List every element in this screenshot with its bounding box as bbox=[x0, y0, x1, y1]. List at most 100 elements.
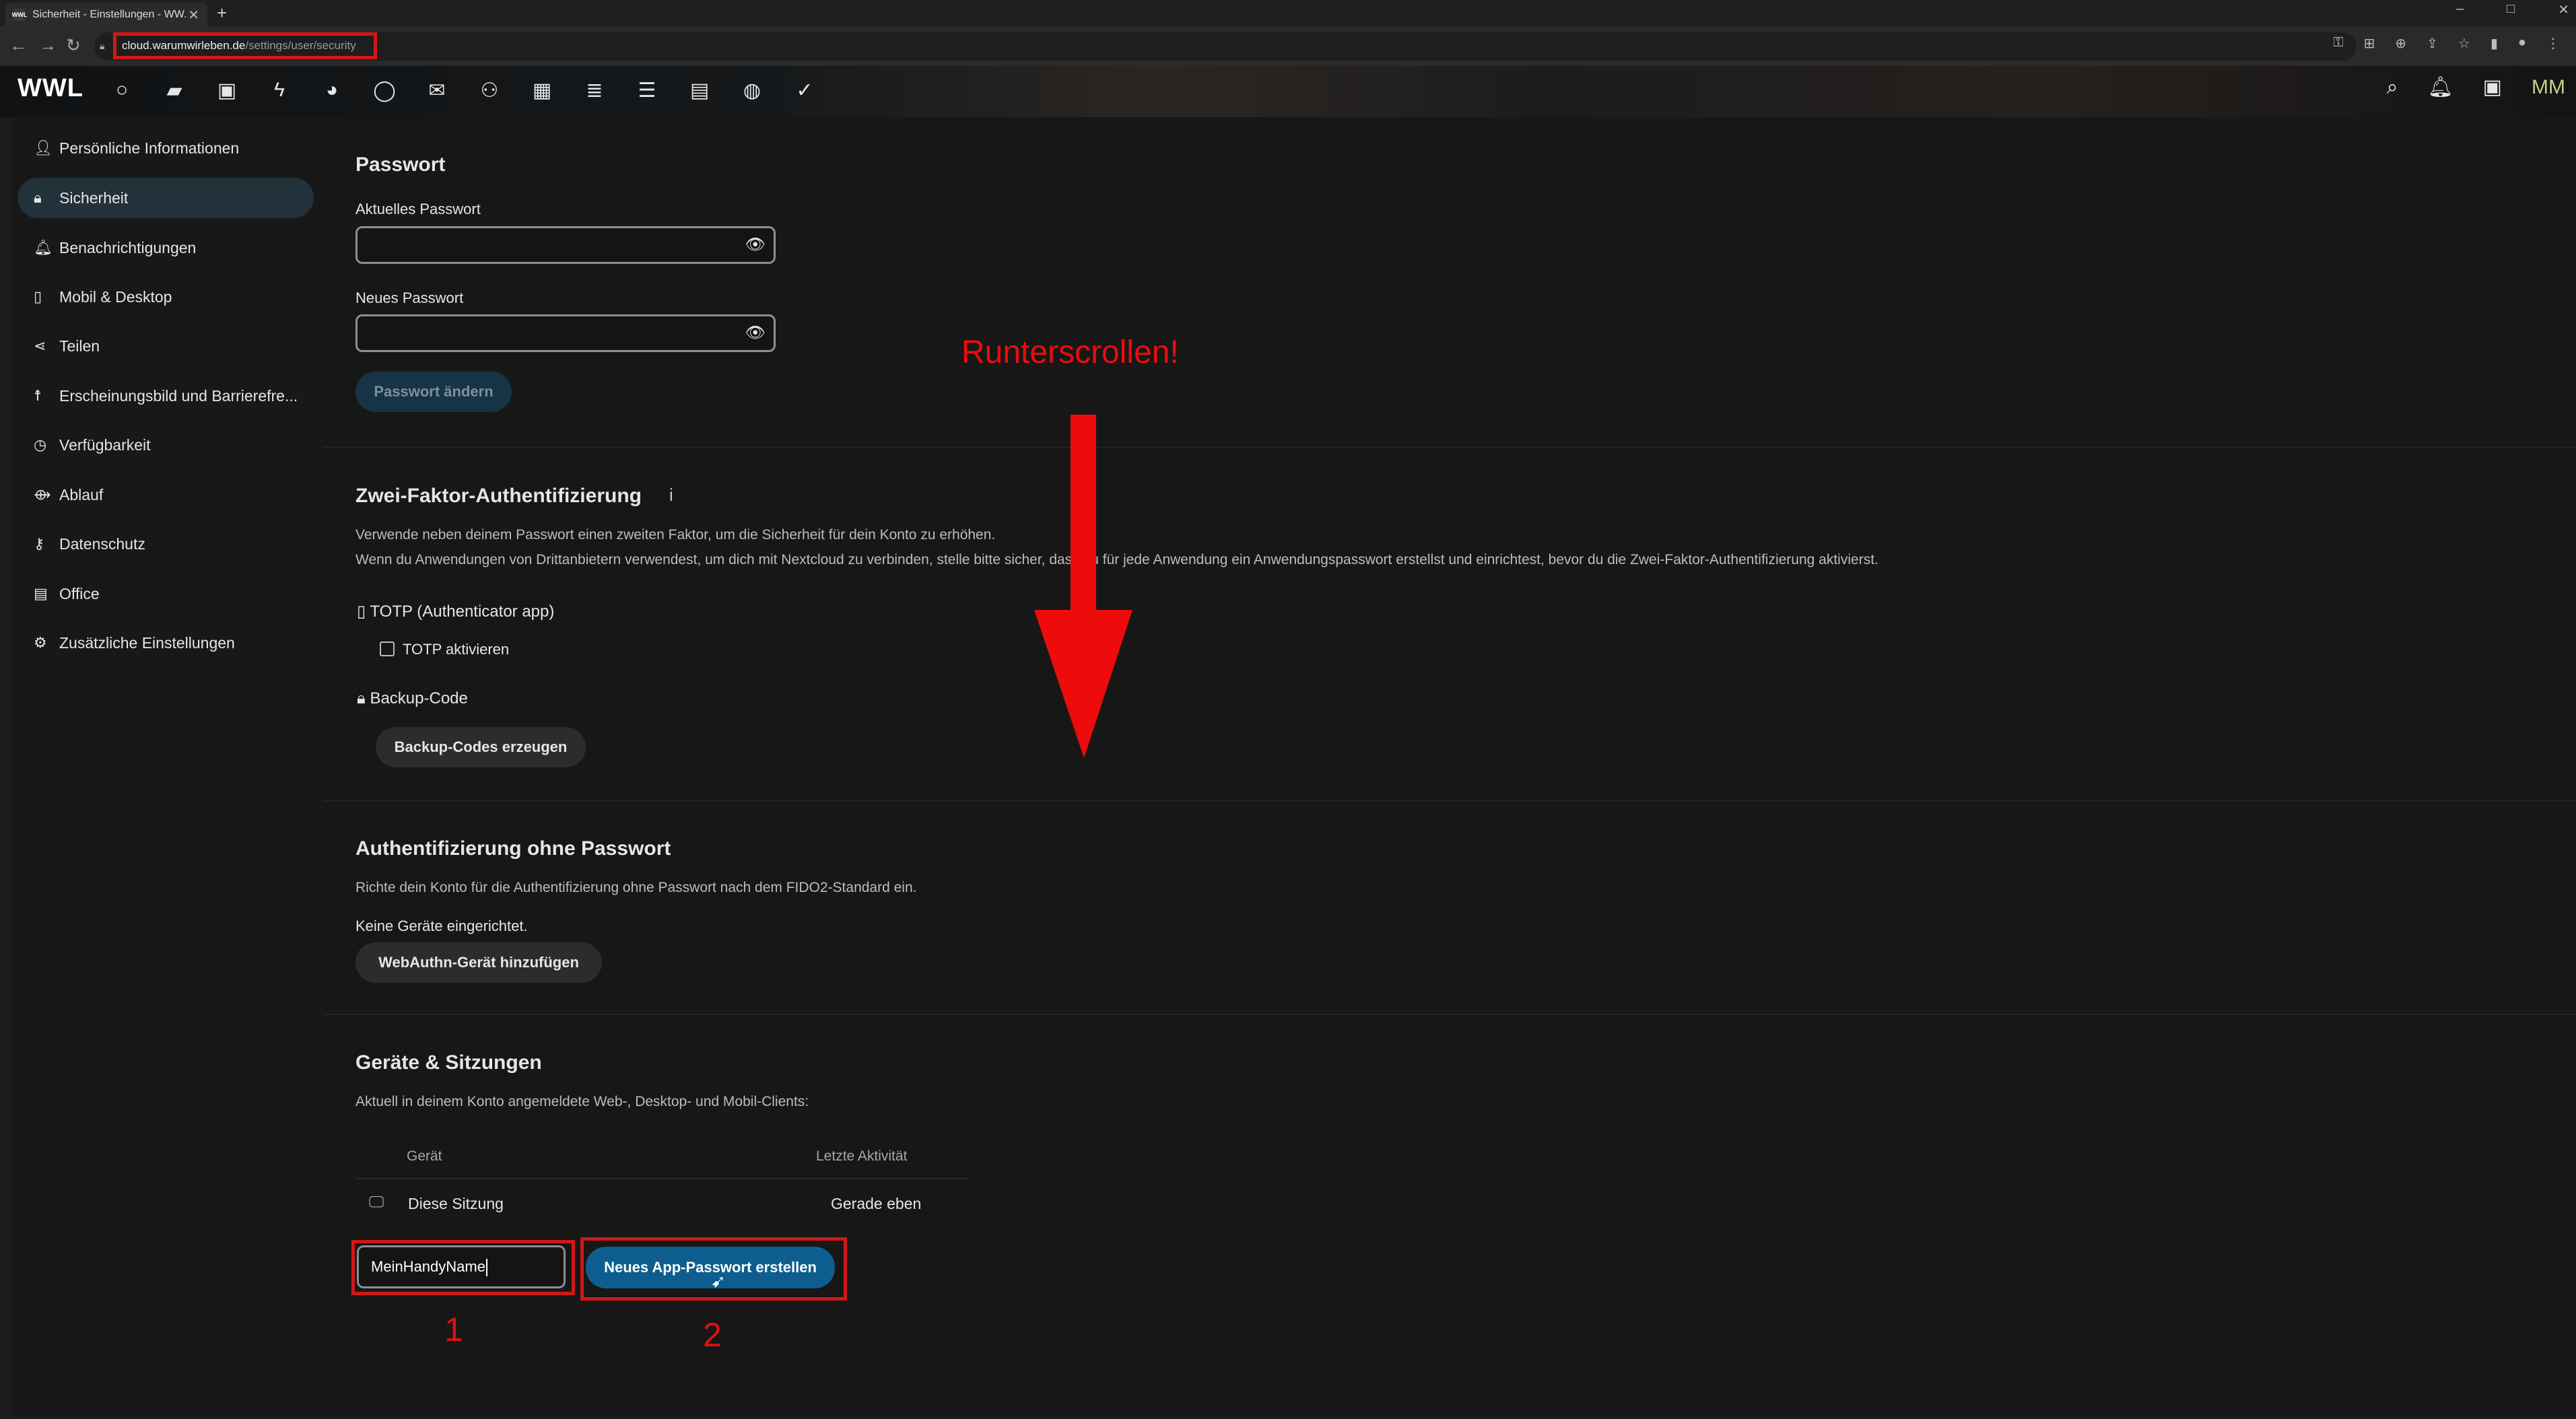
key-icon: ⚷ bbox=[34, 535, 45, 552]
maps-icon[interactable]: ◍ bbox=[738, 75, 766, 105]
sidebar-item-label: Zusätzliche Einstellungen bbox=[59, 633, 235, 652]
mail-icon[interactable]: ✉ bbox=[423, 75, 451, 105]
totp-checkbox[interactable] bbox=[380, 642, 395, 656]
sidebar-item-additional[interactable]: ⚙ Zusätzliche Einstellungen bbox=[18, 623, 314, 663]
workflow-icon: ⟴ bbox=[34, 486, 51, 503]
address-bar[interactable] bbox=[94, 32, 2357, 61]
annotation-box-button bbox=[580, 1237, 847, 1301]
calendar-icon[interactable]: ▦ bbox=[528, 75, 556, 105]
install-icon[interactable]: ⊞ bbox=[2364, 35, 2375, 52]
forward-icon[interactable]: → bbox=[39, 35, 57, 56]
minimize-icon[interactable]: – bbox=[2456, 1, 2464, 18]
tasks-icon[interactable]: ☰ bbox=[633, 75, 661, 105]
annotation-step-2: 2 bbox=[703, 1316, 722, 1354]
files-icon[interactable]: ▰ bbox=[160, 75, 189, 105]
sidebar-item-personal-info[interactable]: 👤︎ Persönliche Informationen bbox=[18, 128, 314, 168]
twofactor-heading: Zwei-Faktor-Authentifizierung bbox=[355, 485, 642, 507]
maximize-icon[interactable]: □ bbox=[2507, 1, 2515, 18]
annotation-callout: Runterscrollen! bbox=[961, 335, 1179, 370]
settings-sidebar: 👤︎ Persönliche Informationen 🔒︎ Sicherheit… bbox=[11, 117, 323, 1416]
twofactor-description: Verwende neben deinem Passwort einen zwe… bbox=[355, 527, 996, 543]
column-header-activity: Letzte Aktivität bbox=[816, 1148, 908, 1164]
share-page-icon[interactable]: ⇪ bbox=[2427, 35, 2438, 52]
sidebar-item-security[interactable]: 🔒︎ Sicherheit bbox=[18, 178, 314, 218]
search-icon[interactable]: ⌕ bbox=[2387, 76, 2398, 99]
phone-icon: ▯ bbox=[34, 288, 42, 305]
avatar[interactable]: MM bbox=[2532, 76, 2565, 99]
new-tab-icon[interactable]: + bbox=[217, 3, 227, 24]
desktop-icon: 🖵︎ bbox=[369, 1193, 384, 1210]
bell-icon: 🔔︎ bbox=[34, 239, 53, 256]
talk-icon[interactable]: ◯ bbox=[370, 75, 399, 105]
url-host: cloud.warumwirleben.de bbox=[122, 39, 246, 52]
current-password-label: Aktuelles Passwort bbox=[355, 201, 481, 217]
add-webauthn-device-button[interactable]: WebAuthn-Gerät hinzufügen bbox=[355, 942, 602, 983]
checkmark-icon[interactable]: ✓ bbox=[790, 75, 819, 105]
passwordless-description: Richte dein Konto für die Authentifizier… bbox=[355, 880, 917, 895]
sidepanel-icon[interactable]: ▮ bbox=[2490, 35, 2498, 52]
show-password-icon[interactable]: 👁︎ bbox=[745, 323, 766, 343]
change-password-button[interactable]: Passwort ändern bbox=[355, 372, 512, 412]
reload-icon[interactable]: ↻ bbox=[66, 35, 81, 56]
site-lock-icon[interactable]: 🔒︎ bbox=[100, 40, 104, 52]
totp-checkbox-label[interactable]: TOTP aktivieren bbox=[403, 641, 509, 658]
dashboard-icon[interactable]: ○ bbox=[108, 75, 136, 105]
url-text[interactable]: cloud.warumwirleben.de/settings/user/sec… bbox=[113, 32, 377, 59]
devices-heading: Geräte & Sitzungen bbox=[355, 1051, 542, 1074]
backup-title-text: Backup-Code bbox=[370, 689, 468, 707]
info-icon[interactable]: i bbox=[669, 485, 673, 506]
browser-tab[interactable]: WWL Sicherheit - Einstellungen - WW... ✕ bbox=[5, 3, 207, 27]
address-bar-row: ← → ↻ bbox=[0, 27, 2576, 66]
logo[interactable]: WWL bbox=[18, 74, 83, 103]
bookmark-star-icon[interactable]: ☆ bbox=[2458, 35, 2470, 52]
activity-icon[interactable]: ϟ bbox=[265, 75, 294, 105]
deck-icon[interactable]: ≣ bbox=[580, 75, 609, 105]
annotation-step-1: 1 bbox=[444, 1311, 463, 1348]
table-divider bbox=[355, 1178, 970, 1179]
app-menu: ○ ▰ ▣ ϟ ◕ ◯ ✉ ⚇ ▦ ≣ ☰ ▤ ◍ ✓ bbox=[108, 75, 819, 105]
zoom-icon[interactable]: ⊕ bbox=[2395, 35, 2406, 52]
lock-icon: 🔒︎ bbox=[34, 189, 42, 206]
window-close-icon[interactable]: ✕ bbox=[2558, 1, 2569, 18]
sidebar-item-privacy[interactable]: ⚷ Datenschutz bbox=[18, 524, 314, 564]
sidebar-item-notifications[interactable]: 🔔︎ Benachrichtigungen bbox=[18, 228, 314, 268]
window-controls: – □ ✕ bbox=[2456, 1, 2569, 18]
tools-icon[interactable]: ◕ bbox=[318, 75, 346, 105]
show-password-icon[interactable]: 👁︎ bbox=[745, 235, 766, 254]
backup-lock-icon: 🔒︎ bbox=[357, 689, 370, 707]
sidebar-item-label: Mobil & Desktop bbox=[59, 287, 172, 306]
password-heading: Passwort bbox=[355, 153, 446, 176]
sidebar-item-label: Erscheinungsbild und Barrierefre... bbox=[59, 386, 298, 405]
sidebar-item-label: Datenschutz bbox=[59, 534, 145, 553]
generate-backup-codes-button[interactable]: Backup-Codes erzeugen bbox=[376, 727, 586, 767]
sidebar-item-label: Benachrichtigungen bbox=[59, 238, 197, 256]
devices-description: Aktuell in deinem Konto angemeldete Web-… bbox=[355, 1094, 809, 1109]
browser-toolbar-icons: ⚿ ⊞ ⊕ ⇪ ☆ ▮ ● ⋮ bbox=[2333, 35, 2560, 52]
current-password-field[interactable]: 👁︎ bbox=[355, 226, 776, 264]
sidebar-item-workflow[interactable]: ⟴ Ablauf bbox=[18, 475, 314, 515]
tab-close-icon[interactable]: ✕ bbox=[188, 7, 199, 24]
sidebar-item-sharing[interactable]: ⋖ Teilen bbox=[18, 326, 314, 366]
key-icon[interactable]: ⚿ bbox=[2333, 35, 2343, 52]
sidebar-item-appearance[interactable]: ☨ Erscheinungsbild und Barrierefre... bbox=[18, 376, 314, 416]
new-password-label: Neues Passwort bbox=[355, 289, 464, 306]
passwordless-heading: Authentifizierung ohne Passwort bbox=[355, 837, 671, 860]
sidebar-item-label: Ablauf bbox=[59, 485, 104, 504]
contacts-icon[interactable]: ⚇ bbox=[475, 75, 504, 105]
sidebar-item-label: Teilen bbox=[59, 337, 100, 355]
sidebar-item-label: Sicherheit bbox=[59, 188, 129, 207]
sidebar-item-office[interactable]: ▤ Office bbox=[18, 574, 314, 614]
arrow-shaft bbox=[1071, 415, 1096, 615]
browser-menu-icon[interactable]: ⋮ bbox=[2546, 35, 2560, 52]
notifications-icon[interactable]: 🔔︎ bbox=[2428, 75, 2453, 99]
new-password-field[interactable]: 👁︎ bbox=[355, 314, 776, 352]
contacts-menu-icon[interactable]: ▣ bbox=[2483, 75, 2502, 99]
settings-content bbox=[323, 117, 2576, 1416]
photos-icon[interactable]: ▣ bbox=[213, 75, 241, 105]
back-icon[interactable]: ← bbox=[9, 35, 27, 56]
sidebar-item-availability[interactable]: ◷ Verfügbarkeit bbox=[18, 425, 314, 465]
section-divider bbox=[323, 447, 2576, 448]
profile-icon[interactable]: ● bbox=[2518, 35, 2526, 52]
notes-icon[interactable]: ▤ bbox=[685, 75, 714, 105]
sidebar-item-mobile-desktop[interactable]: ▯ Mobil & Desktop bbox=[18, 277, 314, 317]
